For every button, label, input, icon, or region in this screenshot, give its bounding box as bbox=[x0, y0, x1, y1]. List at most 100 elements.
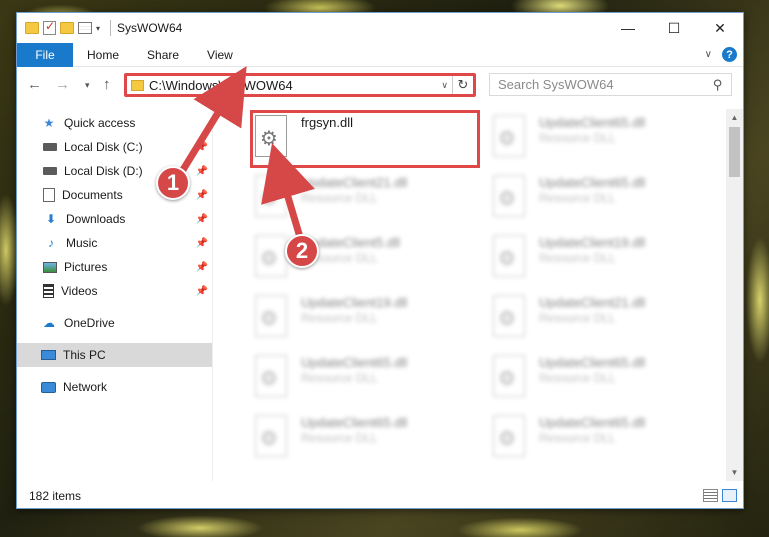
file-item[interactable]: UpdateClient19.dll Resource DLL bbox=[255, 295, 485, 345]
properties-check-icon[interactable] bbox=[43, 19, 56, 35]
pin-icon[interactable]: 📌 bbox=[196, 238, 208, 249]
dll-file-icon bbox=[255, 295, 287, 337]
up-arrow-icon[interactable]: ↑ bbox=[103, 76, 111, 93]
file-name: UpdateClient19.dll bbox=[301, 295, 408, 310]
title-bar: ▾ SysWOW64 — ☐ ✕ bbox=[17, 13, 743, 43]
pin-icon[interactable]: 📌 bbox=[196, 142, 208, 153]
sidebar-item-local-disk-c[interactable]: Local Disk (C:) 📌 bbox=[17, 135, 212, 159]
sidebar-item-label: Downloads bbox=[66, 212, 126, 226]
sidebar-item-network[interactable]: Network bbox=[17, 375, 212, 399]
computer-icon bbox=[41, 350, 56, 360]
file-item[interactable]: UpdateClient21.dll Resource DLL bbox=[493, 295, 723, 345]
highlight-box bbox=[250, 110, 480, 168]
vertical-scrollbar[interactable]: ▲ ▼ bbox=[726, 109, 743, 481]
file-item[interactable]: UpdateClient21.dll Resource DLL bbox=[255, 175, 485, 225]
tab-share[interactable]: Share bbox=[133, 43, 193, 67]
details-view-icon[interactable] bbox=[703, 489, 718, 502]
sidebar-item-music[interactable]: ♪ Music 📌 bbox=[17, 231, 212, 255]
new-folder-icon[interactable] bbox=[60, 22, 74, 34]
maximize-button[interactable]: ☐ bbox=[651, 13, 697, 43]
drive-icon bbox=[43, 167, 57, 175]
sidebar-item-label: Local Disk (C:) bbox=[64, 140, 143, 154]
forward-arrow-icon[interactable]: → bbox=[55, 76, 70, 93]
folder-icon bbox=[131, 79, 144, 91]
sidebar-item-downloads[interactable]: ⬇ Downloads 📌 bbox=[17, 207, 212, 231]
drive-icon bbox=[43, 143, 57, 151]
search-placeholder: Search SysWOW64 bbox=[498, 77, 614, 92]
scrollbar-thumb[interactable] bbox=[729, 127, 740, 177]
sidebar-item-label: Documents bbox=[62, 188, 123, 202]
chevron-down-icon[interactable]: ▾ bbox=[96, 24, 100, 33]
large-icons-view-icon[interactable] bbox=[722, 489, 737, 502]
dll-file-icon bbox=[493, 355, 525, 397]
file-name: UpdateClient65.dll bbox=[301, 415, 408, 430]
help-icon[interactable]: ? bbox=[722, 47, 737, 62]
search-icon[interactable]: ⚲ bbox=[713, 77, 723, 93]
back-arrow-icon[interactable]: ← bbox=[27, 76, 42, 93]
customize-toolbar-icon[interactable] bbox=[78, 22, 92, 34]
pin-icon[interactable]: 📌 bbox=[196, 262, 208, 273]
dll-file-icon bbox=[493, 295, 525, 337]
file-type: Resource DLL bbox=[539, 371, 616, 385]
search-input[interactable]: Search SysWOW64 ⚲ bbox=[489, 73, 732, 96]
address-bar[interactable]: C:\Windows\SysWOW64 ∨ ↻ bbox=[124, 73, 476, 97]
file-type: Resource DLL bbox=[301, 431, 378, 445]
scroll-down-icon[interactable]: ▼ bbox=[726, 464, 743, 481]
expand-ribbon-icon[interactable]: ∨ bbox=[705, 49, 712, 60]
file-item[interactable]: UpdateClient65.dll Resource DLL bbox=[255, 415, 485, 465]
sidebar-item-label: OneDrive bbox=[64, 316, 115, 330]
file-item[interactable]: UpdateClient65.dll Resource DLL bbox=[493, 115, 723, 165]
toolbar-divider bbox=[110, 20, 112, 36]
star-icon: ★ bbox=[43, 116, 55, 130]
dll-file-icon bbox=[493, 235, 525, 277]
file-item[interactable]: UpdateClient65.dll Resource DLL bbox=[255, 355, 485, 405]
minimize-button[interactable]: — bbox=[605, 13, 651, 43]
sidebar-item-videos[interactable]: Videos 📌 bbox=[17, 279, 212, 303]
file-type: Resource DLL bbox=[539, 311, 616, 325]
file-type: Resource DLL bbox=[539, 131, 616, 145]
address-path[interactable]: C:\Windows\SysWOW64 bbox=[149, 78, 437, 93]
file-type: Resource DLL bbox=[539, 431, 616, 445]
dll-file-icon bbox=[255, 175, 287, 217]
recent-locations-icon[interactable]: ▾ bbox=[85, 80, 90, 91]
file-item[interactable]: UpdateClient19.dll Resource DLL bbox=[493, 235, 723, 285]
file-name: UpdateClient65.dll bbox=[539, 175, 646, 190]
ribbon-tabs: File Home Share View ∨ ? bbox=[17, 42, 743, 67]
close-button[interactable]: ✕ bbox=[697, 13, 743, 43]
file-item[interactable]: UpdateClient65.dll Resource DLL bbox=[493, 355, 723, 405]
sidebar-item-pictures[interactable]: Pictures 📌 bbox=[17, 255, 212, 279]
sidebar-item-label: Pictures bbox=[64, 260, 108, 274]
file-explorer-window: ▾ SysWOW64 — ☐ ✕ File Home Share View ∨ … bbox=[16, 12, 744, 509]
video-icon bbox=[43, 284, 54, 298]
scroll-up-icon[interactable]: ▲ bbox=[726, 109, 743, 126]
pin-icon[interactable]: 📌 bbox=[196, 190, 208, 201]
file-list: frgsyn.dll UpdateClient21.dll Resource D… bbox=[222, 109, 727, 481]
tab-file[interactable]: File bbox=[17, 42, 73, 67]
sidebar-item-quick-access[interactable]: ★ Quick access bbox=[17, 111, 212, 135]
quick-access-toolbar: ▾ bbox=[17, 19, 117, 36]
file-name: UpdateClient21.dll bbox=[539, 295, 646, 310]
sidebar-item-label: Local Disk (D:) bbox=[64, 164, 143, 178]
address-dropdown-icon[interactable]: ∨ bbox=[437, 76, 453, 94]
sidebar-item-label: This PC bbox=[63, 348, 106, 362]
download-icon: ⬇ bbox=[45, 212, 57, 226]
tab-home[interactable]: Home bbox=[73, 43, 133, 67]
dll-file-icon bbox=[255, 355, 287, 397]
file-item[interactable]: UpdateClient65.dll Resource DLL bbox=[493, 415, 723, 465]
step-badge-1: 1 bbox=[156, 166, 190, 200]
pin-icon[interactable]: 📌 bbox=[196, 286, 208, 297]
sidebar-item-label: Music bbox=[66, 236, 98, 250]
dll-file-icon bbox=[493, 175, 525, 217]
pin-icon[interactable]: 📌 bbox=[196, 214, 208, 225]
folder-icon[interactable] bbox=[25, 22, 39, 34]
cloud-icon: ☁ bbox=[43, 316, 55, 330]
view-switcher bbox=[703, 489, 737, 502]
pin-icon[interactable]: 📌 bbox=[196, 166, 208, 177]
sidebar-item-onedrive[interactable]: ☁ OneDrive bbox=[17, 311, 212, 335]
file-name: UpdateClient65.dll bbox=[539, 115, 646, 130]
refresh-icon[interactable]: ↻ bbox=[453, 77, 473, 93]
tab-view[interactable]: View bbox=[193, 43, 247, 67]
file-name: UpdateClient19.dll bbox=[539, 235, 646, 250]
sidebar-item-this-pc[interactable]: This PC bbox=[17, 343, 212, 367]
file-item[interactable]: UpdateClient65.dll Resource DLL bbox=[493, 175, 723, 225]
